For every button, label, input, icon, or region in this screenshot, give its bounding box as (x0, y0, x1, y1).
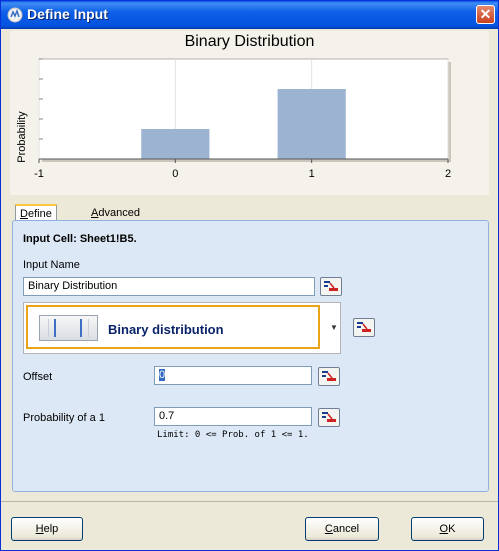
button-separator (1, 501, 498, 502)
ok-label: K (448, 523, 456, 535)
chart-bar (277, 89, 346, 159)
cancel-mnemonic: C (324, 523, 333, 535)
chart-plot-frame (38, 58, 449, 160)
help-mnemonic: H (35, 523, 44, 535)
ok-mnemonic: O (439, 523, 449, 535)
cancel-label: ancel (332, 523, 360, 535)
tab-define-input-mnemonic: D (20, 208, 28, 220)
cancel-button[interactable]: Cancel (305, 517, 379, 541)
input-name-ref-button[interactable] (320, 277, 342, 296)
chart-x-tick-label: 0 (172, 168, 178, 180)
offset-ref-button[interactable] (318, 367, 340, 386)
chart-x-tick-label: 1 (309, 168, 315, 180)
ok-button[interactable]: OK (411, 517, 484, 541)
distribution-selector-focus: Binary distribution (26, 305, 320, 349)
chart-plot: -1 0 1 2 (34, 58, 451, 180)
app-icon (7, 7, 23, 23)
dropdown-arrow-icon[interactable]: ▼ (330, 323, 338, 332)
offset-label: Offset (23, 371, 53, 383)
cell-reference-icon (357, 322, 371, 332)
cell-reference-icon (324, 281, 338, 291)
distribution-name: Binary distribution (108, 322, 224, 337)
probability-ref-button[interactable] (318, 408, 340, 427)
close-button[interactable]: ✕ (476, 5, 495, 24)
help-label: elp (43, 523, 59, 535)
chart-x-tick-label: 2 (445, 168, 451, 180)
close-icon: ✕ (479, 6, 492, 22)
input-name-label: Input Name (23, 259, 80, 271)
distribution-thumbnail-icon (39, 315, 98, 341)
cell-reference-icon (322, 371, 336, 381)
probability-limit-text: Limit: 0 <= Prob. of 1 <= 1. (157, 430, 309, 440)
window-title: Define Input (27, 6, 108, 22)
tab-advanced-label: dvanced (98, 207, 140, 219)
help-button[interactable]: Help (11, 517, 83, 541)
chart-bar (141, 129, 210, 159)
distribution-chart: Binary Distribution Probability -1 0 1 2 (10, 31, 489, 195)
distribution-ref-button[interactable] (353, 318, 375, 337)
cell-reference-icon (322, 412, 336, 422)
offset-field[interactable]: 0 (154, 366, 312, 385)
input-cell-label: Input Cell: Sheet1!B5. (23, 233, 137, 245)
offset-value: 0 (159, 369, 166, 381)
distribution-selector[interactable]: Binary distribution ▼ (23, 302, 341, 354)
input-name-field[interactable]: Binary Distribution (23, 277, 315, 296)
probability-field[interactable]: 0.7 (154, 407, 312, 426)
title-bar[interactable]: Define Input ✕ (1, 1, 498, 29)
chart-x-tick-label: -1 (34, 168, 44, 180)
define-input-dialog: Define Input ✕ Binary Distribution Proba… (0, 0, 499, 551)
define-input-panel: Input Cell: Sheet1!B5. Input Name Binary… (12, 220, 489, 492)
probability-label: Probability of a 1 (23, 412, 105, 424)
tab-advanced[interactable]: Advanced (87, 205, 144, 221)
